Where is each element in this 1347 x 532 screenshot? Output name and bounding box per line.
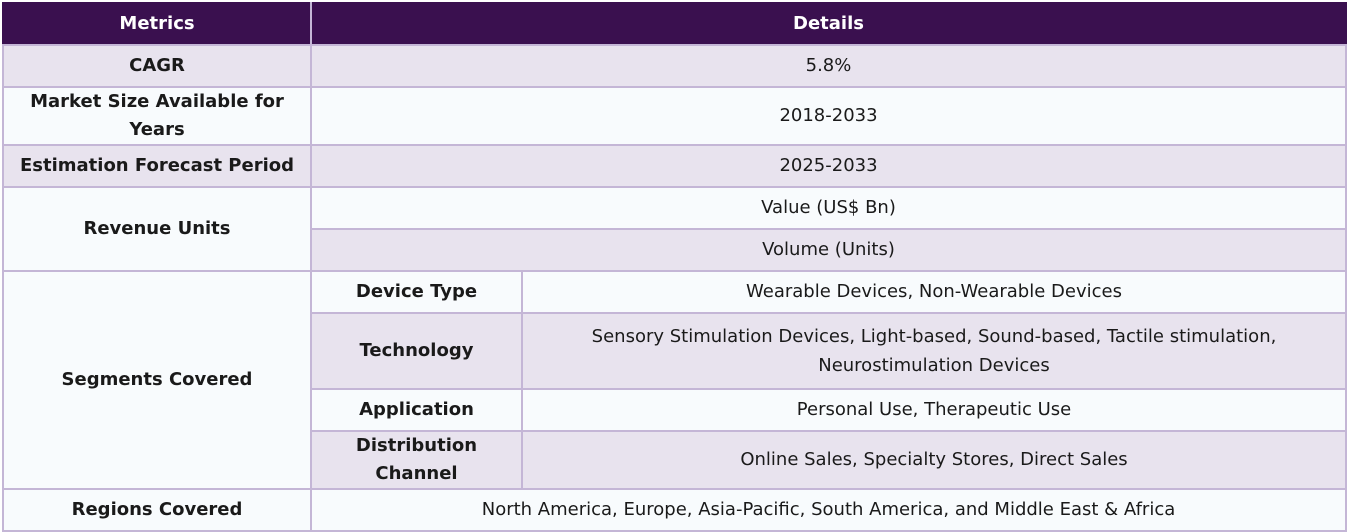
revenue-label: Revenue Units — [2, 186, 312, 272]
regions-label: Regions Covered — [2, 488, 312, 532]
segment-name: Distribution Channel — [310, 430, 523, 490]
report-scope-table-container: Metrics Details CAGR 5.8% Market Size Av… — [2, 2, 1347, 532]
table-header-row: Metrics Details — [2, 2, 1347, 46]
header-metrics: Metrics — [2, 2, 312, 46]
table-row: Regions Covered North America, Europe, A… — [2, 488, 1347, 532]
cagr-value: 5.8% — [310, 44, 1347, 88]
revenue-value-2: Volume (Units) — [310, 228, 1347, 272]
table-row: Segments Covered Device Type Wearable De… — [2, 270, 1347, 490]
market-size-value: 2018-2033 — [310, 86, 1347, 146]
segment-name: Device Type — [310, 270, 523, 314]
segment-value: Sensory Stimulation Devices, Light-based… — [521, 312, 1347, 390]
header-details: Details — [310, 2, 1347, 46]
table-row: CAGR 5.8% — [2, 44, 1347, 88]
table-row: Market Size Available for Years 2018-203… — [2, 86, 1347, 146]
table-row: Estimation Forecast Period 2025-2033 — [2, 144, 1347, 188]
segment-value: Wearable Devices, Non-Wearable Devices — [521, 270, 1347, 314]
regions-value: North America, Europe, Asia-Pacific, Sou… — [310, 488, 1347, 532]
segment-value: Online Sales, Specialty Stores, Direct S… — [521, 430, 1347, 490]
revenue-value-1: Value (US$ Bn) — [310, 186, 1347, 230]
cagr-label: CAGR — [2, 44, 312, 88]
segment-value: Personal Use, Therapeutic Use — [521, 388, 1347, 432]
market-size-label: Market Size Available for Years — [2, 86, 312, 146]
segment-name: Application — [310, 388, 523, 432]
segment-name: Technology — [310, 312, 523, 390]
table-row: Revenue Units Value (US$ Bn) — [2, 186, 1347, 272]
forecast-label: Estimation Forecast Period — [2, 144, 312, 188]
forecast-value: 2025-2033 — [310, 144, 1347, 188]
report-scope-table: Metrics Details CAGR 5.8% Market Size Av… — [2, 2, 1347, 532]
segments-label: Segments Covered — [2, 270, 312, 490]
